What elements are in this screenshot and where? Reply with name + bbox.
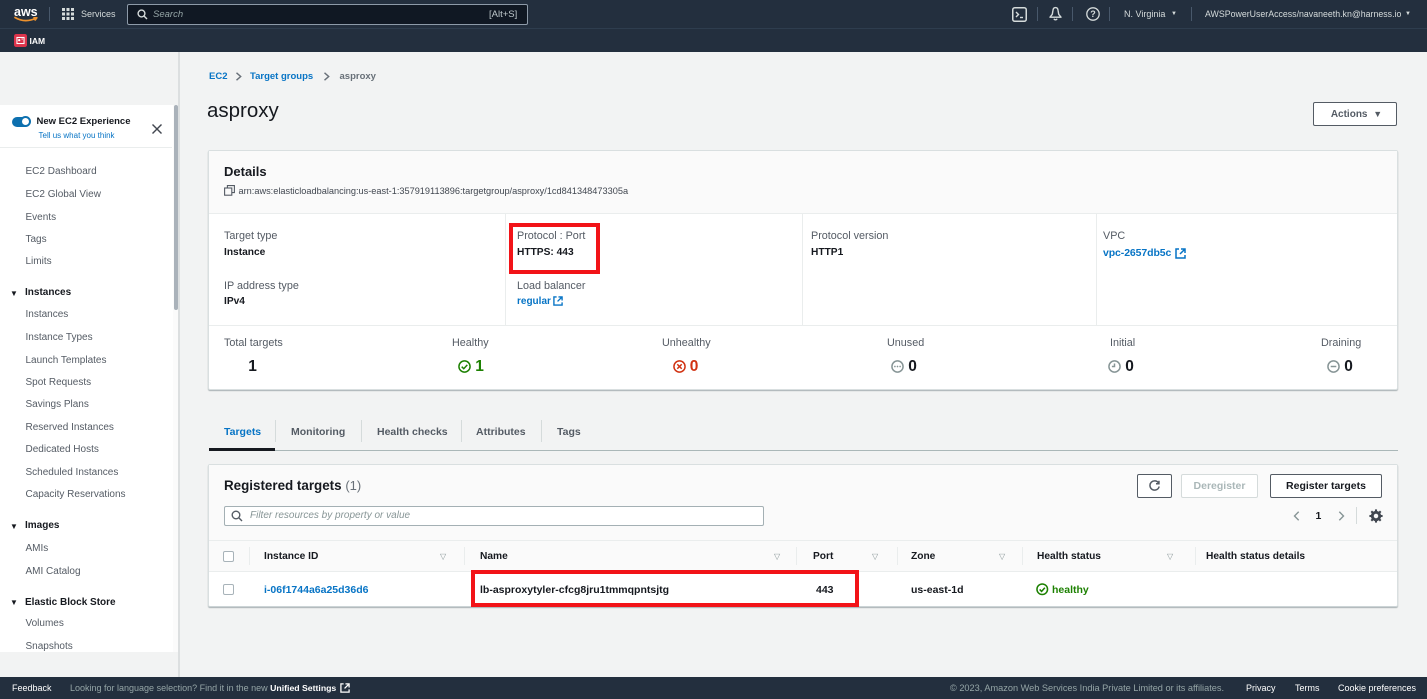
svg-text:aws: aws xyxy=(14,5,38,19)
svg-text:?: ? xyxy=(1090,9,1096,19)
